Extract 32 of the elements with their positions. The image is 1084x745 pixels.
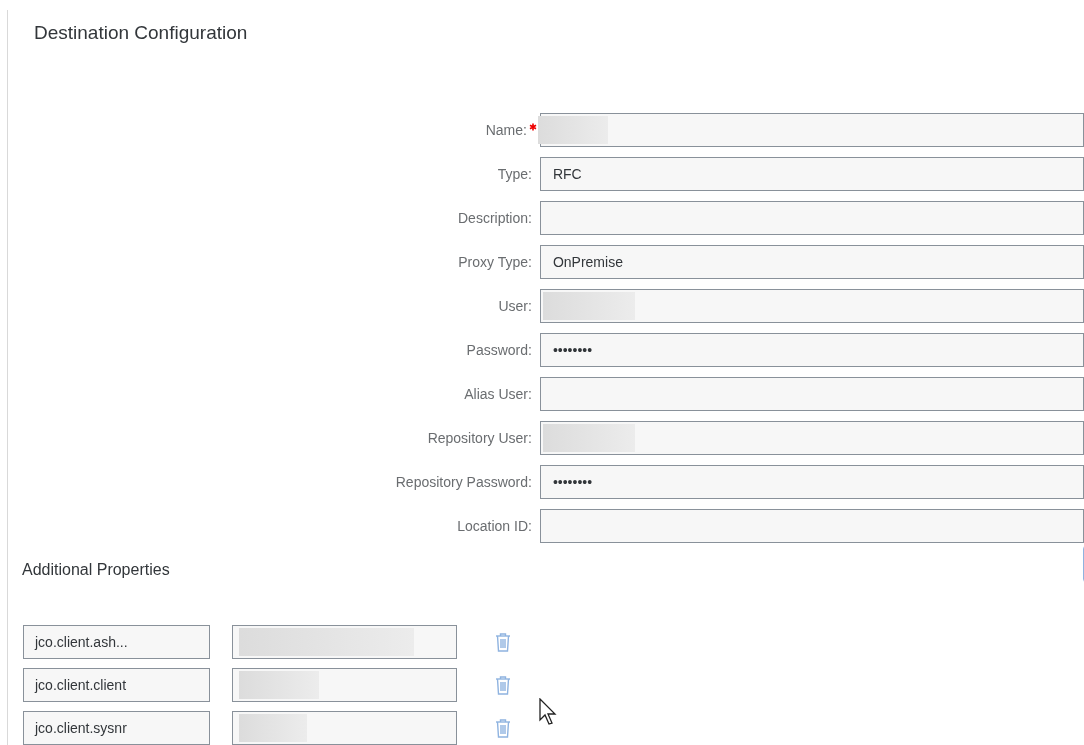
input-field[interactable]: ••••••••	[539, 333, 1084, 367]
field-label: Location ID:	[457, 516, 532, 536]
input-field[interactable]: ••••••••	[539, 465, 1084, 499]
field-label: Repository User:	[427, 428, 532, 448]
trash-icon[interactable]	[495, 675, 511, 695]
input-field[interactable]	[539, 289, 1084, 323]
property-name-field[interactable]: jco.client.sysnr	[23, 711, 210, 745]
input-field[interactable]: RFC	[539, 157, 1084, 191]
field-label: Description:	[458, 208, 532, 228]
trash-icon[interactable]	[495, 718, 511, 738]
input-field[interactable]	[539, 509, 1084, 543]
field-label: Type:	[497, 164, 532, 184]
field-label: Repository Password:	[395, 472, 532, 492]
input-field[interactable]	[539, 377, 1084, 411]
cursor-icon	[539, 698, 559, 728]
property-name-field[interactable]: jco.client.client	[23, 668, 210, 702]
field-label: Alias User:	[464, 384, 532, 404]
trash-icon[interactable]	[495, 632, 511, 652]
field-label: Name:	[485, 120, 527, 140]
section-title: Additional Properties	[22, 560, 171, 580]
property-value-field[interactable]	[232, 668, 457, 702]
input-field[interactable]	[539, 421, 1084, 455]
property-value-field[interactable]	[232, 625, 457, 659]
input-field[interactable]: OnPremise	[539, 245, 1084, 279]
input-field[interactable]	[539, 113, 1084, 147]
field-label: Password:	[466, 340, 532, 360]
input-field[interactable]	[539, 201, 1084, 235]
property-value-field[interactable]	[232, 711, 457, 745]
property-name-field[interactable]: jco.client.ash...	[23, 625, 210, 659]
field-label: Proxy Type:	[458, 252, 532, 272]
field-label: User:	[498, 296, 532, 316]
page-title: Destination Configuration	[34, 22, 249, 44]
